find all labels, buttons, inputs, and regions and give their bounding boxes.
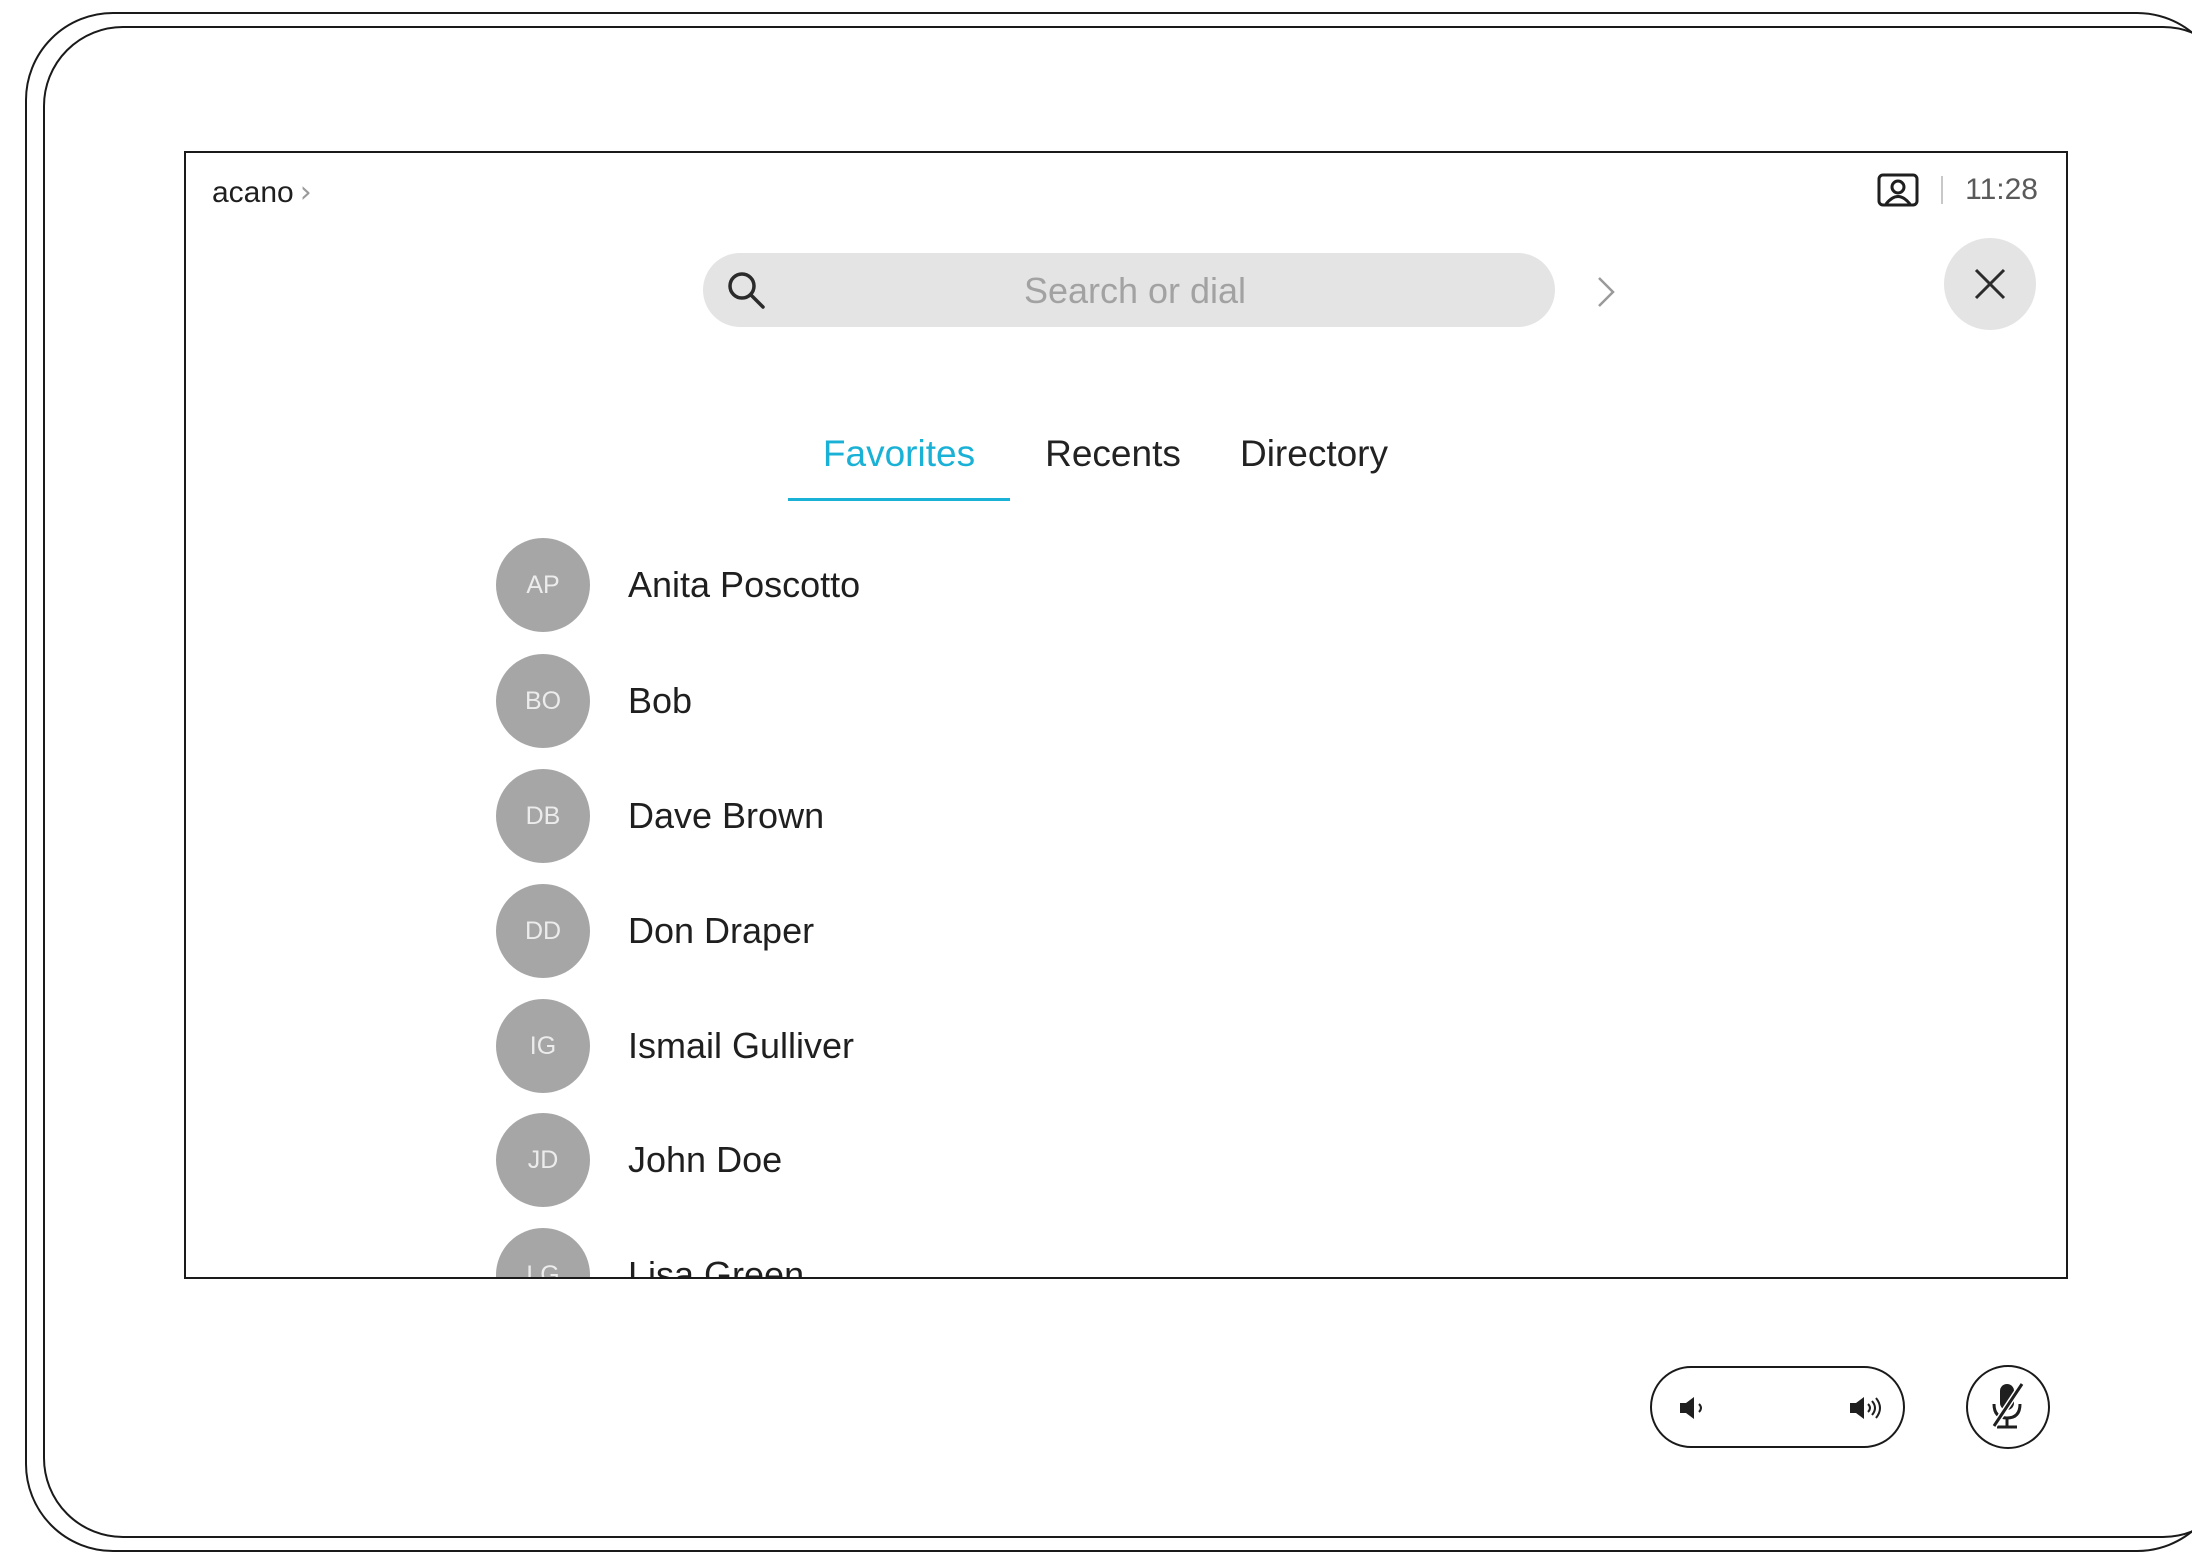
chevron-right-icon	[1598, 277, 1615, 307]
contact-row[interactable]: BO Bob	[496, 654, 1396, 748]
avatar: JD	[496, 1113, 590, 1207]
system-name-button[interactable]: acano ›	[212, 175, 312, 210]
contact-name: Dave Brown	[628, 795, 825, 836]
tab-recents[interactable]: Recents	[1038, 433, 1188, 493]
contact-row[interactable]: JD John Doe	[496, 1113, 1396, 1207]
avatar: AP	[496, 538, 590, 632]
search-icon	[728, 272, 765, 309]
contact-row[interactable]: IG Ismail Gulliver	[496, 999, 1396, 1093]
active-tab-indicator	[788, 498, 1010, 501]
chevron-right-icon: ›	[299, 175, 312, 210]
contact-name: John Doe	[628, 1139, 783, 1180]
avatar: DB	[496, 769, 590, 863]
close-icon	[1974, 268, 2006, 300]
clock: 11:28	[1965, 173, 2038, 206]
selfview-icon[interactable]	[1877, 173, 1919, 207]
contact-row[interactable]: LG Lisa Green	[496, 1228, 1396, 1279]
divider	[1941, 176, 1944, 204]
tab-favorites[interactable]: Favorites	[788, 433, 1010, 493]
contact-row[interactable]: DD Don Draper	[496, 884, 1396, 978]
contact-row[interactable]: AP Anita Poscotto	[496, 538, 1396, 632]
mute-button[interactable]	[1966, 1365, 2050, 1449]
avatar: IG	[496, 999, 590, 1093]
search-bar[interactable]	[703, 253, 1555, 329]
contact-name: Lisa Green	[628, 1254, 805, 1279]
avatar: BO	[496, 654, 590, 748]
search-submit-button[interactable]	[1586, 257, 1626, 327]
status-area: 11:28	[1877, 173, 2038, 207]
contact-row[interactable]: DB Dave Brown	[496, 769, 1396, 863]
volume-down-icon[interactable]	[1678, 1394, 1708, 1422]
contact-name: Ismail Gulliver	[628, 1025, 855, 1066]
contact-name: Anita Poscotto	[628, 564, 861, 605]
touch-screen: acano › 11:28 Favorites Recents Directo	[184, 151, 2068, 1279]
tab-directory[interactable]: Directory	[1224, 433, 1404, 493]
contact-name: Don Draper	[628, 910, 815, 951]
contact-name: Bob	[628, 680, 693, 721]
avatar: DD	[496, 884, 590, 978]
avatar: LG	[496, 1228, 590, 1277]
system-name-label: acano	[212, 175, 294, 209]
volume-up-icon[interactable]	[1848, 1393, 1884, 1423]
microphone-muted-icon	[1991, 1382, 2025, 1429]
volume-control[interactable]	[1650, 1366, 1905, 1448]
search-input[interactable]	[783, 253, 1487, 329]
close-button[interactable]	[1944, 238, 2036, 330]
